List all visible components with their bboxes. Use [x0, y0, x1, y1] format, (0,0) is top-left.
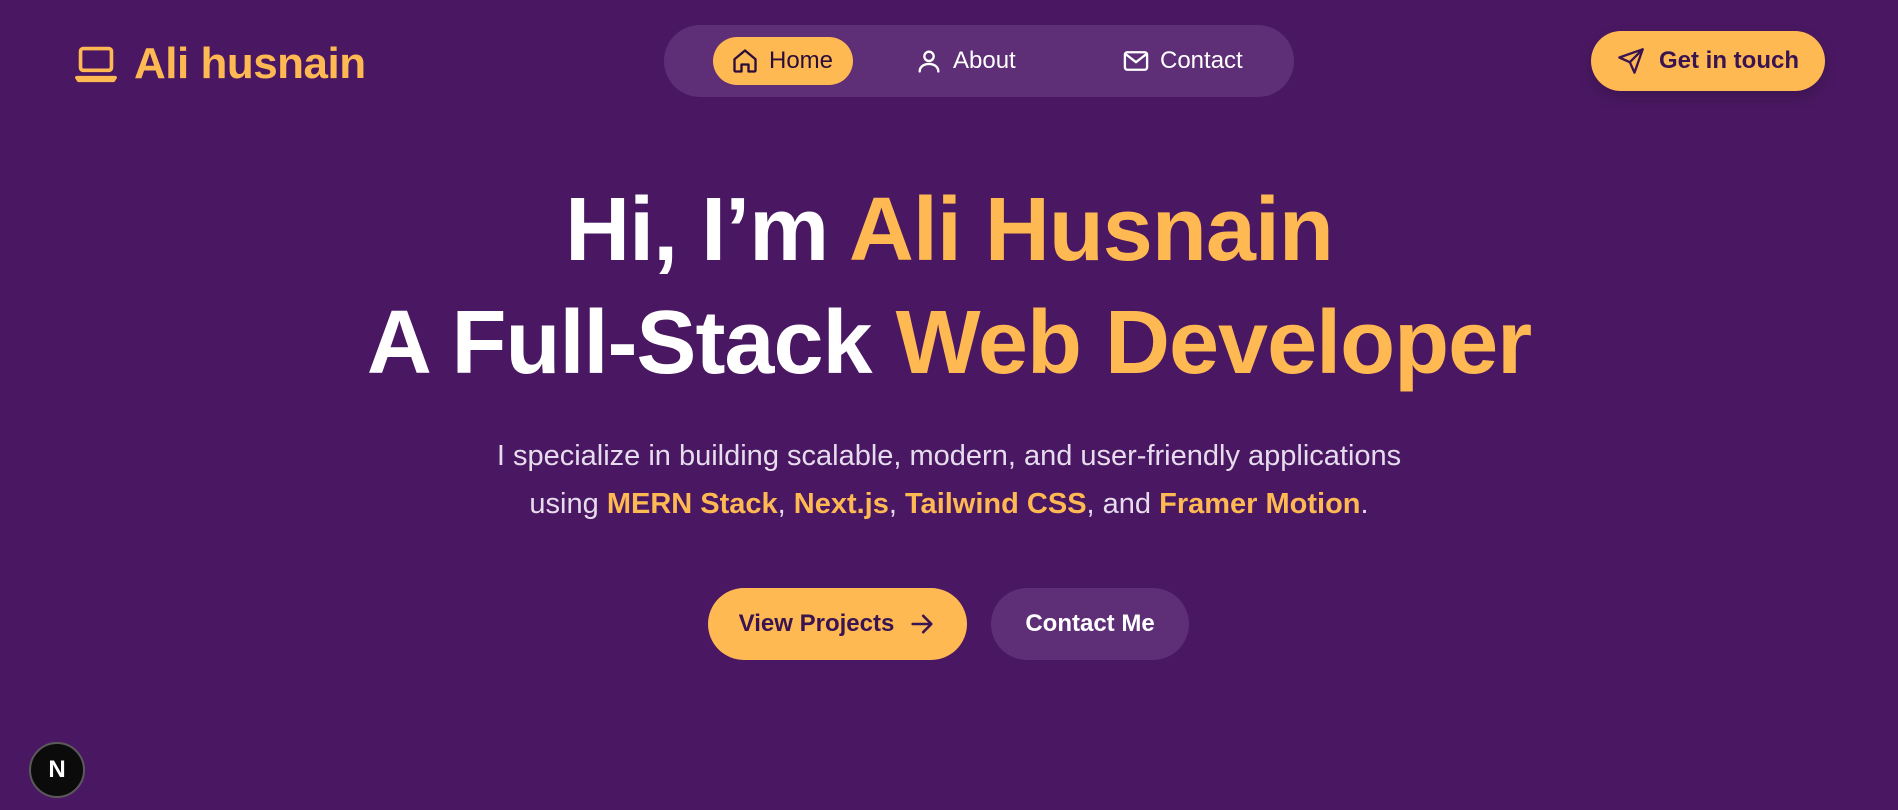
- user-icon: [915, 47, 943, 75]
- subtitle-separator: ,: [888, 488, 905, 520]
- nav-item-home[interactable]: Home: [713, 37, 853, 85]
- home-icon: [731, 47, 759, 75]
- tech-framer-motion: Framer Motion: [1159, 488, 1361, 520]
- contact-me-button[interactable]: Contact Me: [991, 588, 1189, 660]
- subtitle-using: using: [529, 488, 607, 520]
- mail-icon: [1122, 47, 1150, 75]
- get-in-touch-button[interactable]: Get in touch: [1591, 31, 1825, 91]
- hero-headline-line-2: A Full-Stack Web Developer: [0, 293, 1898, 393]
- hero-headline-line-1: Hi, I’m Ali Husnain: [0, 180, 1898, 280]
- get-in-touch-label: Get in touch: [1659, 47, 1799, 74]
- tech-nextjs: Next.js: [793, 488, 889, 520]
- brand-logo[interactable]: Ali husnain: [74, 38, 366, 90]
- subtitle-separator: ,: [777, 488, 794, 520]
- headline-name: Ali Husnain: [848, 180, 1334, 280]
- nav-item-about[interactable]: About: [897, 37, 1034, 85]
- headline-role-prefix: A Full-Stack: [366, 293, 896, 393]
- subtitle-period: .: [1360, 488, 1369, 520]
- hero-subtitle-line-2: using MERN Stack, Next.js, Tailwind CSS,…: [0, 484, 1898, 524]
- main-nav: Home About Contact: [664, 25, 1294, 97]
- nav-item-contact[interactable]: Contact: [1104, 37, 1261, 85]
- subtitle-separator-and: , and: [1086, 488, 1160, 520]
- headline-greeting: Hi, I’m: [565, 180, 849, 280]
- dev-tools-badge[interactable]: N: [29, 742, 85, 798]
- send-icon: [1617, 47, 1645, 75]
- view-projects-button[interactable]: View Projects: [708, 588, 967, 660]
- nav-item-label: Home: [769, 47, 834, 74]
- headline-role: Web Developer: [895, 293, 1533, 393]
- tech-tailwind: Tailwind CSS: [905, 488, 1087, 520]
- dev-badge-letter: N: [48, 756, 66, 783]
- nav-item-label: About: [953, 47, 1016, 74]
- contact-me-label: Contact Me: [1025, 610, 1155, 637]
- nav-item-label: Contact: [1160, 47, 1243, 74]
- arrow-right-icon: [908, 610, 936, 638]
- laptop-icon: [74, 44, 118, 84]
- brand-name: Ali husnain: [134, 39, 366, 88]
- view-projects-label: View Projects: [738, 610, 895, 637]
- hero-subtitle-line-1: I specialize in building scalable, moder…: [496, 440, 1402, 472]
- tech-mern: MERN Stack: [606, 488, 778, 520]
